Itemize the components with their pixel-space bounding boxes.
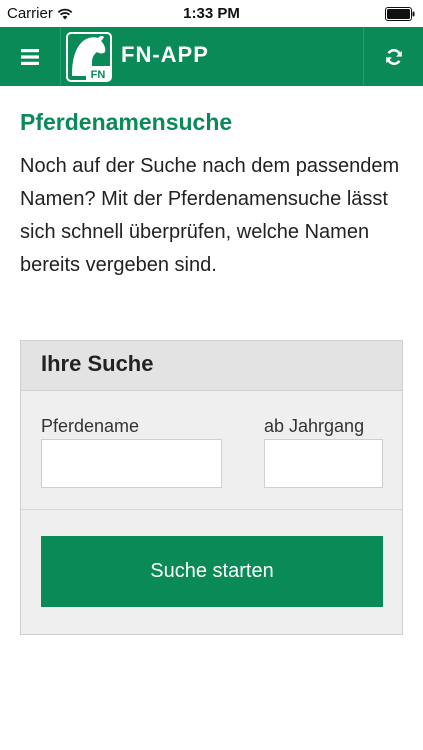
menu-button[interactable] xyxy=(0,27,60,86)
battery-icon xyxy=(385,7,415,21)
refresh-button[interactable] xyxy=(364,27,423,86)
search-panel-header: Ihre Suche xyxy=(21,341,402,391)
year-label: ab Jahrgang xyxy=(264,416,365,436)
panel-divider xyxy=(21,509,402,510)
start-search-button[interactable]: Suche starten xyxy=(41,536,383,607)
intro-text: Noch auf der Suche nach dem passendem Na… xyxy=(20,155,400,276)
logo-text: FN xyxy=(91,69,106,81)
app-bar: FN FN-APP xyxy=(0,27,423,86)
horse-name-input[interactable] xyxy=(41,439,222,488)
year-input[interactable] xyxy=(264,439,383,488)
appbar-divider-left xyxy=(60,27,61,86)
page-title: Pferdenamensuche xyxy=(20,109,233,135)
app-title: FN-APP xyxy=(121,42,209,67)
fn-logo: FN xyxy=(66,32,112,82)
search-panel-title: Ihre Suche xyxy=(41,351,154,376)
status-time: 1:33 PM xyxy=(183,5,240,22)
horse-name-label: Pferdename xyxy=(41,416,140,436)
hamburger-menu-icon xyxy=(21,48,39,65)
search-panel: Ihre Suche Pferdename ab Jahrgang Suche … xyxy=(20,340,403,635)
status-bar: Carrier 1:33 PM xyxy=(0,0,423,27)
refresh-icon xyxy=(385,48,402,65)
